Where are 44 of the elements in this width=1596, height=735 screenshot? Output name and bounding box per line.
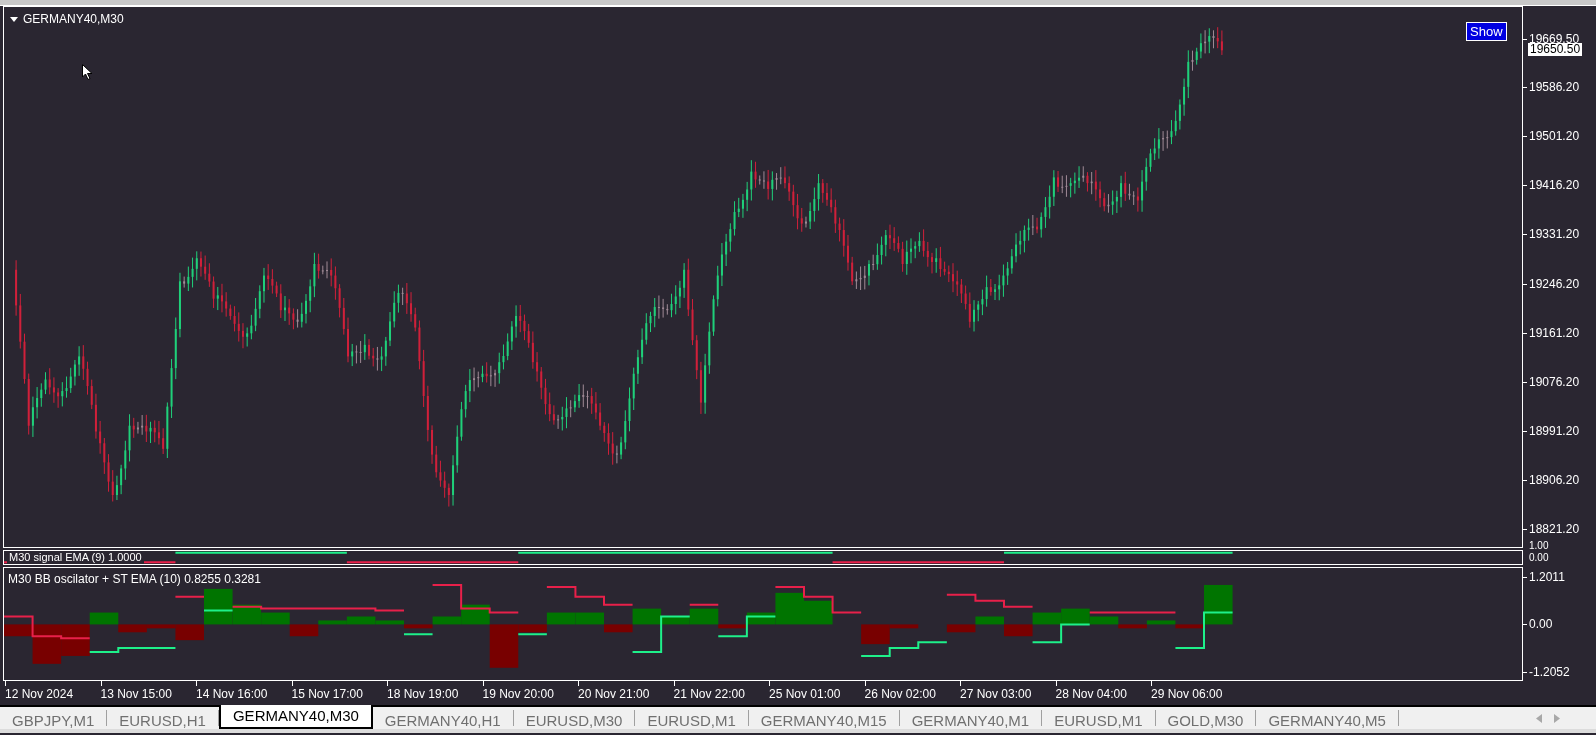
axis-label: 1.00	[1529, 541, 1549, 551]
indicator-label: M30 BB oscilator + ST EMA (10) 0.8255 0.3281	[8, 571, 261, 588]
axis-label: 18821.20	[1529, 521, 1580, 536]
axis-label: 18991.20	[1529, 423, 1580, 438]
axis-label: 1.2011	[1529, 570, 1565, 584]
current-price-label: 19650.50	[1528, 43, 1583, 56]
axis-label: 19416.20	[1529, 178, 1580, 193]
time-label: 26 Nov 02:00	[864, 686, 936, 703]
time-label: 28 Nov 04:00	[1055, 686, 1127, 703]
axis-label: 19246.20	[1529, 276, 1580, 291]
indicator-label: M30 signal EMA (9) 1.0000	[7, 551, 144, 564]
axis-label: 19331.20	[1529, 227, 1580, 242]
axis-label: 0.00	[1529, 617, 1553, 632]
axis-label: 19076.20	[1529, 374, 1580, 389]
time-label: 15 Nov 17:00	[291, 686, 363, 703]
time-label: 19 Nov 20:00	[482, 686, 554, 703]
time-label: 21 Nov 22:00	[673, 686, 745, 703]
time-label: 13 Nov 15:00	[100, 686, 172, 703]
axis-label: -1.2052	[1529, 664, 1570, 679]
chart-tab[interactable]: GERMANY40,M1	[899, 710, 1043, 726]
time-label: 14 Nov 16:00	[196, 686, 268, 703]
chart-tab[interactable]: GERMANY40,M5	[1256, 710, 1399, 726]
axis-label: 19161.20	[1529, 325, 1580, 340]
axis-label: 19586.20	[1529, 80, 1580, 95]
time-label: 29 Nov 06:00	[1151, 686, 1223, 703]
time-label: 20 Nov 21:00	[578, 686, 650, 703]
chart-tab[interactable]: EURUSD,M1	[635, 710, 749, 726]
chart-tab[interactable]: GERMANY40,M15	[748, 710, 900, 726]
chart-title: GERMANY40,M30	[23, 11, 124, 28]
axis-label: 0.00	[1529, 553, 1549, 563]
chart-tab[interactable]: EURUSD,M30	[513, 710, 636, 726]
show-button[interactable]: Show	[1466, 22, 1507, 41]
chart-tab[interactable]: GERMANY40,M30	[218, 705, 373, 729]
chart-tab[interactable]: EURUSD,H1	[107, 710, 219, 726]
time-label: 25 Nov 01:00	[769, 686, 841, 703]
time-label: 12 Nov 2024	[5, 686, 74, 703]
axis-label: 18906.20	[1529, 472, 1580, 487]
time-label: 27 Nov 03:00	[960, 686, 1032, 703]
time-label: 18 Nov 19:00	[387, 686, 459, 703]
chart-tab[interactable]: GOLD,M30	[1155, 710, 1257, 726]
chart-tab[interactable]: EURUSD,M1	[1042, 710, 1156, 726]
chart-tab[interactable]: GBPJPY,M1	[0, 710, 108, 726]
chart-tab[interactable]: GERMANY40,H1	[372, 710, 514, 726]
axis-label: 19501.20	[1529, 129, 1580, 144]
